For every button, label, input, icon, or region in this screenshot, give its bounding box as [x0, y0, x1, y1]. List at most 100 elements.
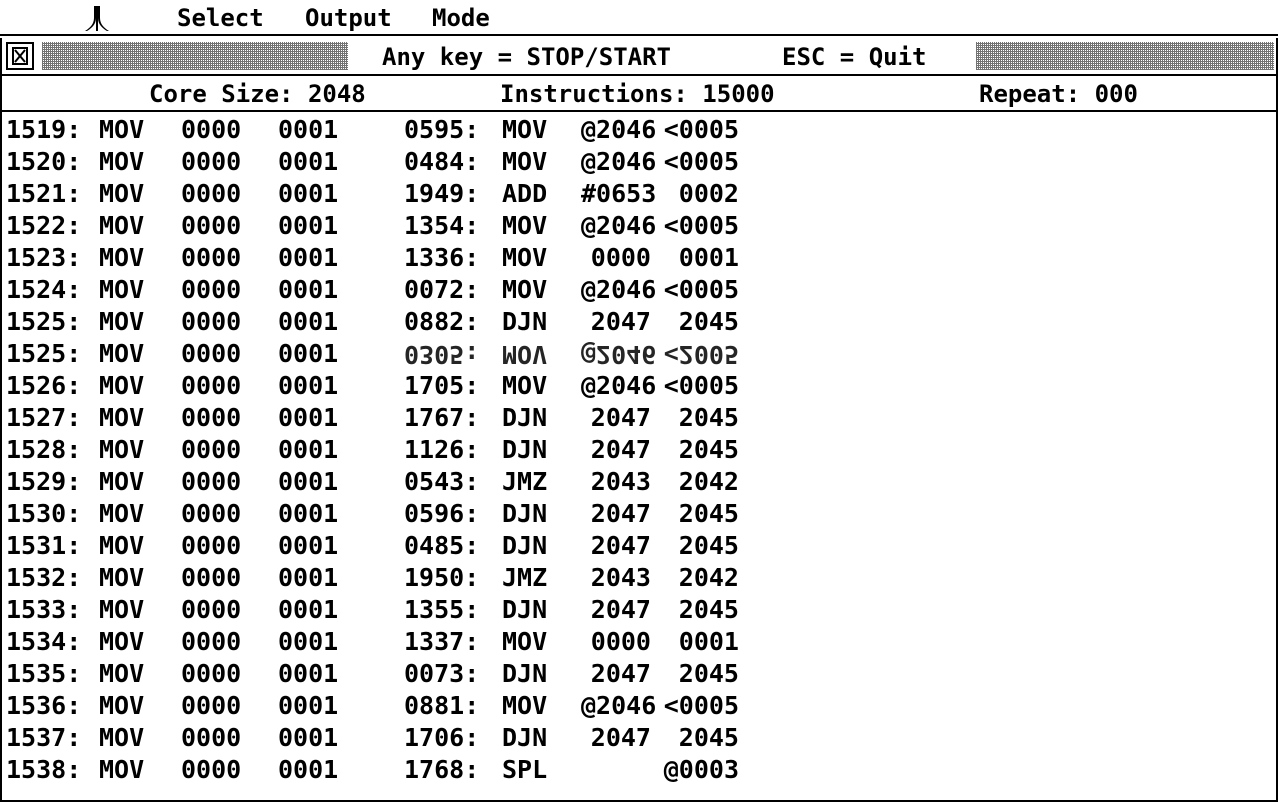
cell-op2: DJN [502, 307, 548, 336]
cell-op1: MOV [99, 627, 145, 656]
cell-b2: <0005 [663, 211, 739, 240]
cell-a1: 0000 [181, 435, 242, 464]
cell-a1: 0000 [181, 627, 242, 656]
cell-op1: MOV [99, 339, 145, 368]
cell-b2: <0005 [663, 691, 739, 720]
menu-mode[interactable]: Mode [432, 3, 490, 33]
cell-a2: @2046 [581, 691, 657, 720]
cell-b1: 0001 [278, 467, 339, 496]
cell-op2: ADD [502, 179, 548, 208]
cell-op2: DJN [502, 403, 548, 432]
cell-a1: 0000 [181, 723, 242, 752]
cell-b1: 0001 [278, 595, 339, 624]
cell-op2: MOV [502, 371, 548, 400]
listing-row: 1531: MOV 0000 0001 0485: DJN 2047 2045 [6, 530, 746, 562]
cell-addr1: 1531: [6, 531, 82, 560]
cell-addr1: 1521: [6, 179, 82, 208]
cell-a1: 0000 [181, 179, 242, 208]
listing-row: 1530: MOV 0000 0001 0596: DJN 2047 2045 [6, 498, 746, 530]
cell-b1: 0001 [278, 435, 339, 464]
window-title-quit-hint: ESC = Quit [782, 43, 927, 71]
cell-addr2: 1705: [404, 371, 480, 400]
cell-addr2: 0596: [404, 499, 480, 528]
listing-row: 1523: MOV 0000 0001 1336: MOV 0000 0001 [6, 242, 746, 274]
cell-op1: MOV [99, 147, 145, 176]
cell-addr1: 1520: [6, 147, 82, 176]
cell-addr1: 1534: [6, 627, 82, 656]
cell-b2: 0001 [678, 243, 739, 272]
cell-b2: <0005 [663, 147, 739, 176]
cell-op1: MOV [99, 659, 145, 688]
listing-row: 1532: MOV 0000 0001 1950: JMZ 2043 2042 [6, 562, 746, 594]
cell-addr2: 1706: [404, 723, 480, 752]
repeat-label: Repeat: 000 [979, 80, 1138, 108]
cell-b1: 0001 [278, 243, 339, 272]
cell-a2: 2047 [590, 499, 651, 528]
cell-a1: 0000 [181, 147, 242, 176]
cell-a2: @2046 [581, 340, 657, 369]
cell-a2: 0000 [590, 243, 651, 272]
cell-b1: 0001 [278, 115, 339, 144]
cell-op2: MOV [502, 243, 548, 272]
cell-addr1: 1533: [6, 595, 82, 624]
cell-op2: MOV [502, 211, 548, 240]
cell-a1: 0000 [181, 499, 242, 528]
cell-addr2: 1126: [404, 435, 480, 464]
cell-op1: MOV [99, 275, 145, 304]
menu-output[interactable]: Output [305, 3, 392, 33]
cell-addr1: 1530: [6, 499, 82, 528]
cell-b2: 2045 [678, 435, 739, 464]
cell-a2: 2047 [590, 659, 651, 688]
cell-op1: MOV [99, 755, 145, 784]
cell-op2: MOV [502, 691, 548, 720]
menu-select[interactable]: Select [177, 3, 264, 33]
cell-addr1: 1528: [6, 435, 82, 464]
cell-addr2: 1354: [404, 211, 480, 240]
cell-b2: 2045 [678, 531, 739, 560]
cell-addr1: 1538: [6, 755, 82, 784]
cell-op2: DJN [502, 499, 548, 528]
cell-a1: 0000 [181, 563, 242, 592]
cell-op1: MOV [99, 595, 145, 624]
listing-row: 1519: MOV 0000 0001 0595: MOV @2046 <0005 [6, 114, 746, 146]
cell-addr2: 0072: [404, 275, 480, 304]
cell-op1: MOV [99, 531, 145, 560]
status-line: Core Size: 2048 Instructions: 15000 Repe… [2, 76, 1276, 112]
cell-op1: MOV [99, 115, 145, 144]
cell-b1: 0001 [278, 307, 339, 336]
cell-addr2: 0881: [404, 691, 480, 720]
cell-op1: MOV [99, 723, 145, 752]
cell-b2: 2045 [678, 659, 739, 688]
cell-op1: MOV [99, 563, 145, 592]
cell-b2: <0005 [663, 275, 739, 304]
cell-a2: @2046 [581, 147, 657, 176]
cell-op1: MOV [99, 467, 145, 496]
cell-b2: 2042 [678, 563, 739, 592]
cell-op2: DJN [502, 723, 548, 752]
cell-addr1: 1519: [6, 115, 82, 144]
cell-a2: @2046 [581, 211, 657, 240]
cell-op2: SPL [502, 755, 548, 784]
cell-addr1: 1523: [6, 243, 82, 272]
atari-fuji-icon[interactable] [82, 4, 112, 32]
cell-a1: 0000 [181, 659, 242, 688]
cell-a2: @2046 [581, 115, 657, 144]
cell-b2: 2042 [678, 467, 739, 496]
title-bar[interactable]: Any key = STOP/START ESC = Quit [2, 38, 1276, 76]
cell-op2: DJN [502, 435, 548, 464]
cell-b1: 0001 [278, 179, 339, 208]
listing-row: 1522: MOV 0000 0001 1354: MOV @2046 <0005 [6, 210, 746, 242]
main-window: Any key = STOP/START ESC = Quit Core Siz… [0, 38, 1278, 802]
cell-a1: 0000 [181, 339, 242, 368]
cell-a2: @2046 [581, 275, 657, 304]
listing-row: 1520: MOV 0000 0001 0484: MOV @2046 <0005 [6, 146, 746, 178]
cell-a1: 0000 [181, 275, 242, 304]
listing-row: 1537: MOV 0000 0001 1706: DJN 2047 2045 [6, 722, 746, 754]
cell-b2: 2045 [678, 595, 739, 624]
cell-op1: MOV [99, 403, 145, 432]
cell-b1: 0001 [278, 659, 339, 688]
cell-addr1: 1529: [6, 467, 82, 496]
cell-addr2: 0485: [404, 531, 480, 560]
cell-b2: @0003 [663, 755, 739, 784]
close-box-icon[interactable] [6, 42, 34, 70]
